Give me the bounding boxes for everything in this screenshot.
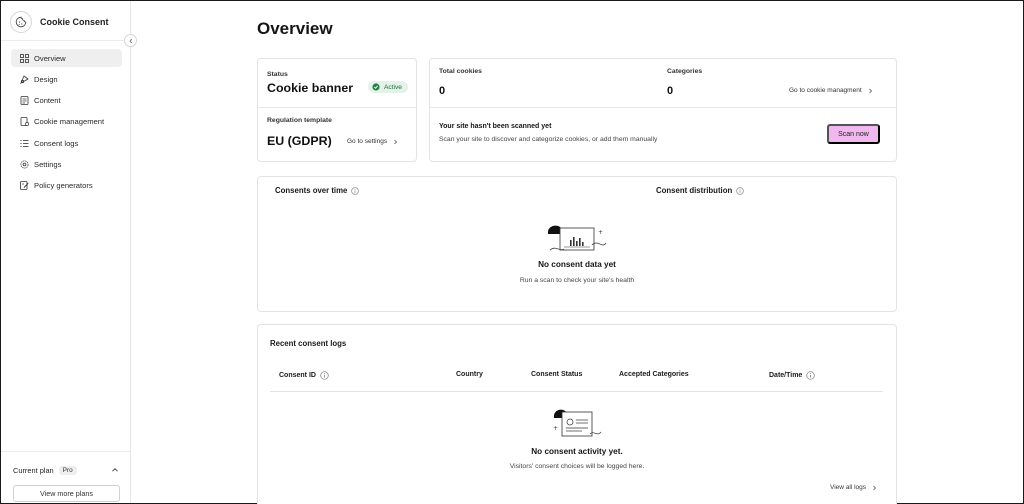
sidebar-item-label: Cookie management (34, 117, 105, 127)
brand[interactable]: Cookie Consent (10, 9, 122, 35)
sidebar-item-label: Overview (34, 53, 66, 63)
empty-logs-title: No consent activity yet. (531, 447, 623, 456)
status-label: Status (267, 71, 288, 78)
empty-logs-illustration-icon: + (552, 406, 602, 445)
go-to-cookie-management-link[interactable]: Go to cookie managment (789, 87, 873, 94)
column-header-label: Date/Time (769, 372, 803, 379)
sidebar-item-overview[interactable]: Overview (11, 49, 122, 67)
stats-card: Total cookies 0 Categories 0 Go to cooki… (429, 58, 897, 162)
check-circle-icon (372, 83, 380, 91)
svg-text:+: + (553, 425, 558, 432)
go-to-settings-text: Go to settings (347, 138, 388, 145)
collapse-sidebar-button[interactable] (124, 34, 137, 47)
consents-over-time-title: Consents over time (275, 186, 348, 195)
sidebar-item-label: Policy generators (34, 181, 93, 191)
sidebar-item-content[interactable]: Content (11, 92, 122, 110)
status-badge: Active (368, 81, 408, 93)
consent-distribution-heading: Consent distribution (656, 186, 744, 195)
scan-now-button[interactable]: Scan now (827, 124, 880, 144)
charts-card: Consents over time Consent distribution … (257, 176, 897, 312)
consent-distribution-title: Consent distribution (656, 186, 733, 195)
list-icon (20, 139, 29, 148)
cookie-icon (20, 117, 29, 127)
document-icon (20, 96, 29, 105)
view-more-plans-button[interactable]: View more plans (13, 485, 120, 502)
gear-icon (20, 160, 29, 169)
go-to-cookie-management-text: Go to cookie managment (789, 87, 862, 94)
info-icon[interactable] (806, 371, 815, 380)
scan-title: Your site hasn't been scanned yet (439, 123, 552, 130)
grid-icon (20, 53, 29, 63)
sidebar-item-label: Settings (34, 159, 62, 169)
sidebar-item-policy-generators[interactable]: Policy generators (11, 177, 122, 195)
regulation-template-value: EU (GDPR) (267, 134, 332, 148)
sidebar-item-settings[interactable]: Settings (11, 155, 122, 173)
svg-text:+: + (598, 229, 603, 236)
consents-over-time-heading: Consents over time (275, 186, 360, 195)
recent-consent-logs-card: Recent consent logs Consent ID Country C… (257, 324, 897, 504)
status-card: Status Cookie banner Active Regulation t… (257, 58, 417, 162)
sidebar-item-label: Content (34, 96, 61, 106)
policy-icon (20, 181, 29, 191)
chevron-left-icon (128, 38, 134, 44)
regulation-template-label: Regulation template (267, 117, 332, 124)
column-header-date-time[interactable]: Date/Time (769, 371, 815, 380)
view-all-logs-link[interactable]: View all logs (830, 484, 877, 491)
column-header-label: Consent ID (279, 372, 316, 379)
current-plan-label: Current plan (13, 465, 54, 475)
sidebar: Cookie Consent Overview Design Content C… (1, 1, 131, 503)
total-cookies-label: Total cookies (439, 68, 482, 75)
cookie-logo-icon (10, 11, 32, 33)
sidebar-item-design[interactable]: Design (11, 70, 122, 88)
recent-consent-logs-title: Recent consent logs (270, 339, 347, 348)
plan-badge: Pro (58, 465, 77, 475)
column-header-consent-id[interactable]: Consent ID (279, 371, 329, 380)
empty-chart-illustration-icon: + (546, 223, 608, 258)
empty-chart-subtitle: Run a scan to check your site's health (519, 277, 635, 284)
go-to-settings-link[interactable]: Go to settings (347, 138, 398, 145)
stats-card-divider (430, 107, 896, 108)
total-cookies-value: 0 (439, 85, 446, 97)
status-card-divider (258, 107, 416, 108)
page-title: Overview (257, 19, 333, 38)
chevron-right-icon (872, 485, 877, 491)
app-title: Cookie Consent (40, 17, 109, 27)
info-icon[interactable] (351, 186, 360, 195)
sidebar-item-cookie-management[interactable]: Cookie management (11, 113, 122, 131)
column-header-consent-status[interactable]: Consent Status (531, 371, 582, 378)
view-all-logs-text: View all logs (830, 484, 867, 491)
info-icon[interactable] (320, 371, 329, 380)
current-plan[interactable]: Current plan Pro (13, 463, 119, 477)
info-icon[interactable] (736, 186, 744, 195)
sidebar-bottom-divider (1, 451, 130, 452)
categories-label: Categories (667, 68, 703, 75)
chevron-up-icon[interactable] (111, 466, 119, 474)
status-badge-text: Active (384, 83, 402, 91)
brand-divider (1, 40, 130, 41)
column-header-accepted-categories[interactable]: Accepted Categories (619, 371, 689, 378)
sidebar-item-label: Consent logs (34, 138, 79, 148)
status-value: Cookie banner (267, 81, 354, 95)
sidebar-nav: Overview Design Content Cookie managemen… (11, 49, 122, 198)
table-header-divider (270, 391, 883, 392)
chevron-right-icon (868, 88, 873, 94)
sidebar-item-label: Design (34, 74, 58, 84)
empty-logs-subtitle: Visitors' consent choices will be logged… (509, 463, 645, 470)
categories-value: 0 (667, 85, 674, 97)
scan-description: Scan your site to discover and categoriz… (439, 136, 658, 143)
chevron-right-icon (393, 139, 398, 145)
sidebar-item-consent-logs[interactable]: Consent logs (11, 134, 122, 152)
palette-icon (20, 75, 29, 84)
empty-chart-title: No consent data yet (538, 260, 616, 269)
column-header-country[interactable]: Country (456, 371, 483, 378)
